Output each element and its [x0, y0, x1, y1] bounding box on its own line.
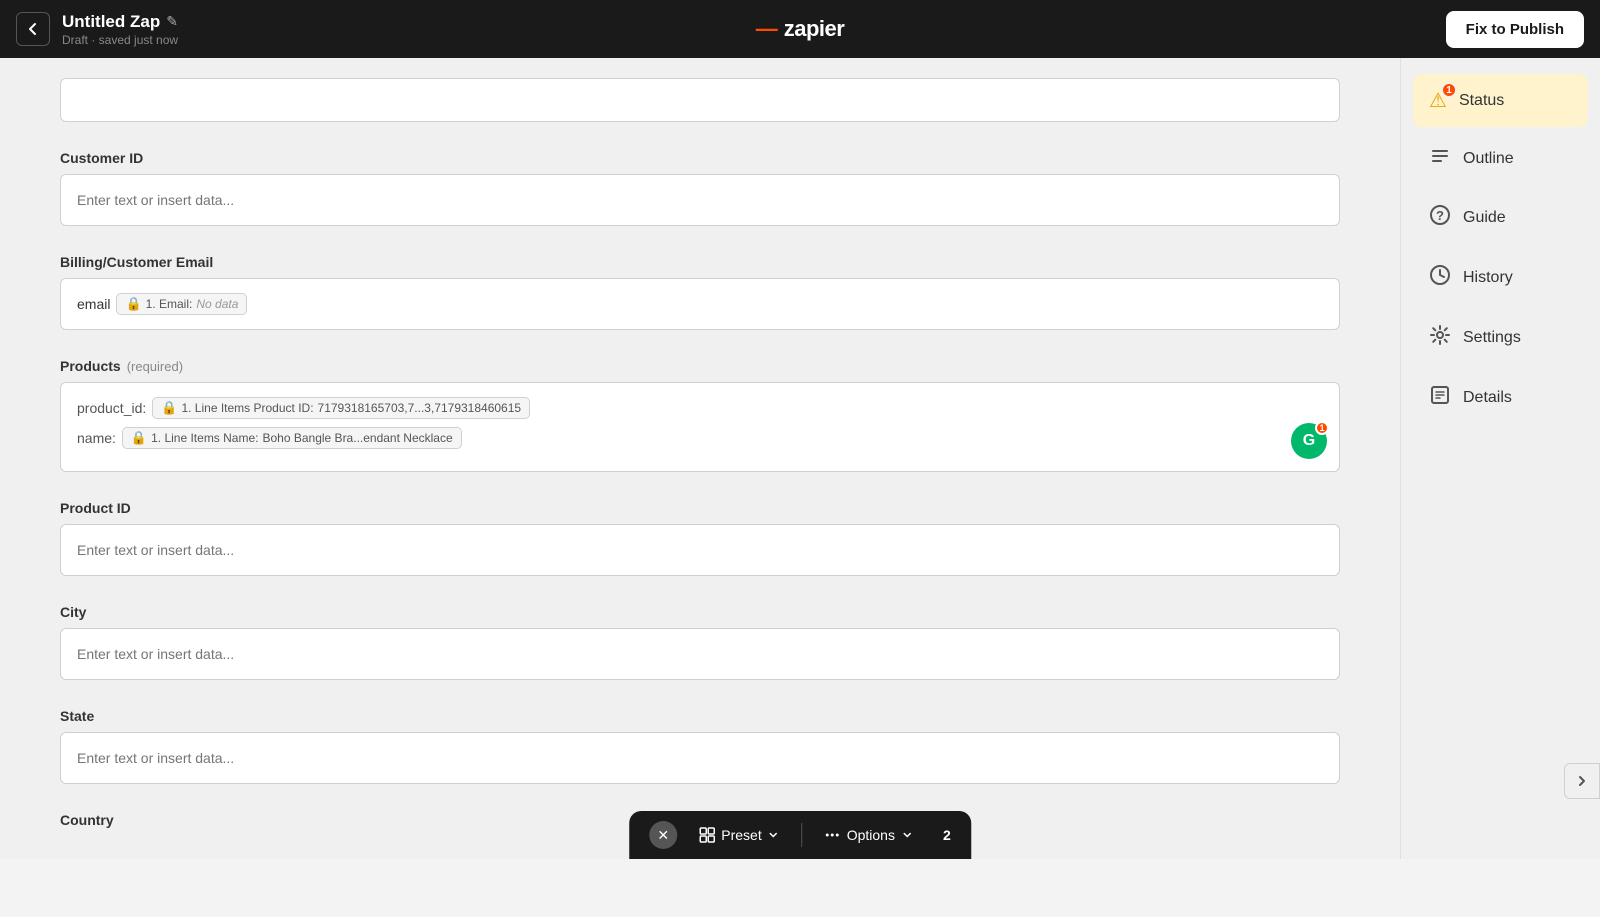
billing-email-input[interactable]: email 🔒 1. Email: No data: [60, 278, 1340, 330]
sidebar-item-history[interactable]: History: [1413, 250, 1588, 306]
sidebar-settings-label: Settings: [1463, 329, 1521, 347]
city-section: City: [60, 604, 1340, 680]
outline-icon: [1429, 145, 1451, 172]
customer-id-label: Customer ID: [60, 150, 1340, 166]
email-tag-label: 1. Email:: [146, 297, 193, 311]
toolbar-divider: [802, 823, 803, 847]
city-text-input[interactable]: [77, 646, 1323, 662]
customer-id-section: Customer ID: [60, 150, 1340, 226]
header-left: Untitled Zap ✎ Draft · saved just now: [16, 12, 178, 47]
header-title-main: Untitled Zap ✎: [62, 12, 178, 32]
settings-icon: [1429, 324, 1451, 352]
product-id-lock-icon: 🔒: [161, 400, 177, 416]
sidebar-history-label: History: [1463, 269, 1513, 287]
preset-label: Preset: [721, 827, 761, 843]
city-label: City: [60, 604, 1340, 620]
product-id-tag-label: 1. Line Items Product ID:: [181, 401, 313, 415]
preset-icon: [699, 827, 715, 843]
toolbar-options-button[interactable]: Options: [815, 821, 923, 849]
customer-id-text-input[interactable]: [77, 192, 1323, 208]
product-name-row: name: 🔒 1. Line Items Name: Boho Bangle …: [77, 427, 1323, 449]
history-icon: [1429, 264, 1451, 292]
close-icon: ✕: [657, 827, 669, 844]
state-section: State: [60, 708, 1340, 784]
status-notification-badge: 1: [1441, 82, 1457, 98]
preset-chevron-icon: [768, 829, 780, 841]
guide-icon: ?: [1429, 204, 1451, 232]
sidebar-item-details[interactable]: Details: [1413, 370, 1588, 426]
edit-icon[interactable]: ✎: [166, 13, 178, 30]
product-name-key: name:: [77, 430, 116, 446]
products-field[interactable]: product_id: 🔒 1. Line Items Product ID: …: [60, 382, 1340, 472]
products-section: Products (required) product_id: 🔒 1. Lin…: [60, 358, 1340, 472]
products-required: (required): [127, 359, 183, 374]
sidebar-item-outline[interactable]: Outline: [1413, 131, 1588, 186]
product-id-tag-value: 7179318165703,7...3,7179318460615: [318, 401, 522, 415]
customer-id-input[interactable]: [60, 174, 1340, 226]
product-name-lock-icon: 🔒: [131, 430, 147, 446]
header: Untitled Zap ✎ Draft · saved just now — …: [0, 0, 1600, 58]
email-tag-lock-icon: 🔒: [125, 296, 141, 312]
zapier-logo: — zapier: [756, 16, 845, 42]
product-id-section: Product ID: [60, 500, 1340, 576]
product-id-field-label: Product ID: [60, 500, 1340, 516]
product-name-tag-value: Boho Bangle Bra...endant Necklace: [263, 431, 453, 445]
billing-email-label: Billing/Customer Email: [60, 254, 1340, 270]
products-label-text: Products: [60, 358, 121, 374]
logo-text: zapier: [784, 16, 845, 42]
city-input[interactable]: [60, 628, 1340, 680]
email-tag-value: No data: [196, 297, 238, 311]
bottom-toolbar: ✕ Preset Options 2: [629, 811, 971, 859]
g-badge-notification: 1: [1315, 421, 1329, 435]
sidebar-guide-label: Guide: [1463, 209, 1506, 227]
products-label: Products (required): [60, 358, 1340, 374]
zapier-logo-container: — zapier: [756, 16, 845, 42]
details-icon: [1429, 384, 1451, 412]
product-name-tag-label: 1. Line Items Name:: [151, 431, 258, 445]
email-data-tag: 🔒 1. Email: No data: [116, 293, 247, 315]
draft-status: Draft · saved just now: [62, 33, 178, 47]
svg-text:?: ?: [1436, 208, 1444, 223]
sidebar-details-label: Details: [1463, 389, 1512, 407]
sidebar-status-label: Status: [1459, 92, 1504, 110]
main-layout: Customer ID Billing/Customer Email email…: [0, 58, 1600, 859]
header-title: Untitled Zap ✎ Draft · saved just now: [62, 12, 178, 47]
state-label: State: [60, 708, 1340, 724]
billing-email-section: Billing/Customer Email email 🔒 1. Email:…: [60, 254, 1340, 330]
options-label: Options: [847, 827, 895, 843]
back-button[interactable]: [16, 12, 50, 46]
options-chevron-icon: [901, 829, 913, 841]
sidebar-outline-label: Outline: [1463, 150, 1514, 168]
zap-name: Untitled Zap: [62, 12, 160, 32]
state-text-input[interactable]: [77, 750, 1323, 766]
toolbar-page-number: 2: [943, 827, 951, 843]
product-id-field-input[interactable]: [60, 524, 1340, 576]
product-name-tag: 🔒 1. Line Items Name: Boho Bangle Bra...…: [122, 427, 462, 449]
product-id-tag: 🔒 1. Line Items Product ID: 717931816570…: [152, 397, 530, 419]
top-partial-field: [60, 78, 1340, 122]
email-field-content: email 🔒 1. Email: No data: [77, 293, 247, 315]
toolbar-close-button[interactable]: ✕: [649, 821, 677, 849]
product-id-key: product_id:: [77, 400, 146, 416]
g-badge[interactable]: G 1: [1291, 423, 1327, 459]
sidebar-item-settings[interactable]: Settings: [1413, 310, 1588, 366]
email-prefix: email: [77, 296, 110, 312]
fix-to-publish-button[interactable]: Fix to Publish: [1446, 11, 1584, 48]
main-content: Customer ID Billing/Customer Email email…: [0, 58, 1400, 859]
logo-dash: —: [756, 16, 778, 42]
product-id-field-text-input[interactable]: [77, 542, 1323, 558]
g-badge-letter: G: [1303, 432, 1315, 450]
product-id-row: product_id: 🔒 1. Line Items Product ID: …: [77, 397, 1323, 419]
sidebar-item-status[interactable]: ⚠ Status 1: [1413, 74, 1588, 127]
options-icon: [825, 827, 841, 843]
state-input[interactable]: [60, 732, 1340, 784]
sidebar-expand-button[interactable]: [1564, 763, 1600, 799]
toolbar-preset-button[interactable]: Preset: [689, 821, 789, 849]
sidebar-item-guide[interactable]: ? Guide: [1413, 190, 1588, 246]
right-sidebar: ⚠ Status 1 Outline ? Guide: [1400, 58, 1600, 859]
